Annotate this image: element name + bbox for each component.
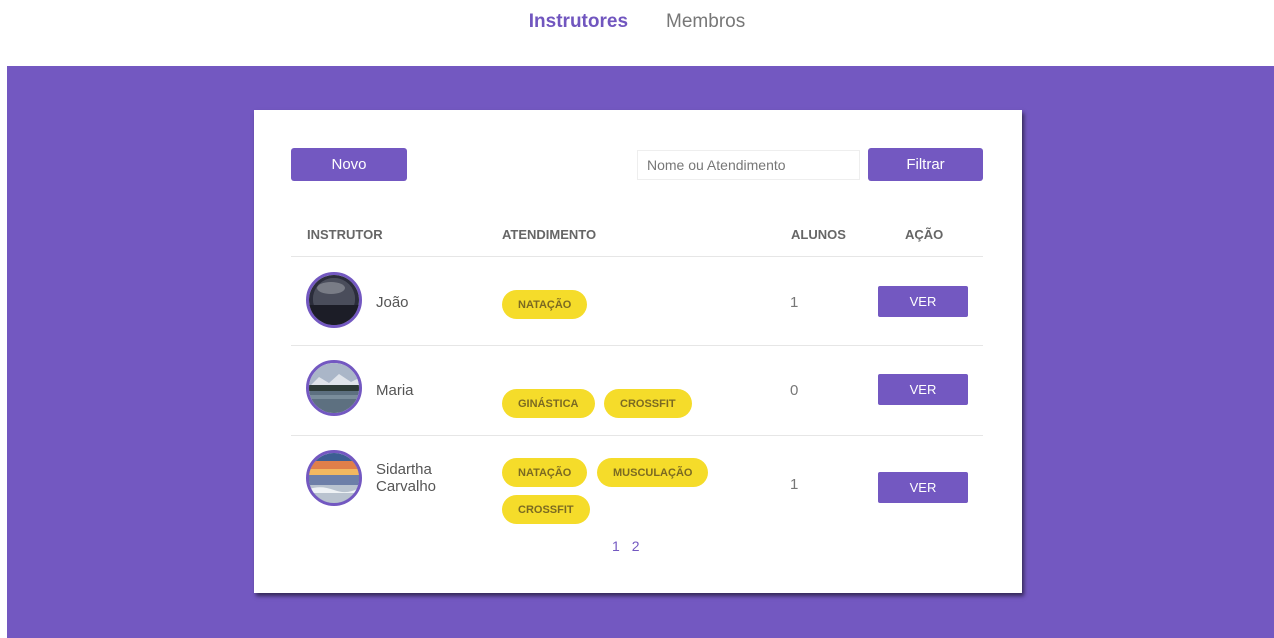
page-link-1[interactable]: 1 (612, 538, 620, 554)
avatar (306, 272, 362, 328)
table-row: Maria GINÁSTICA CROSSFIT 0 VER (254, 346, 1022, 435)
column-header-students: ALUNOS (791, 227, 846, 242)
service-tag: NATAÇÃO (502, 458, 588, 487)
column-header-instructor: INSTRUTOR (307, 227, 383, 242)
view-button[interactable]: VER (878, 374, 968, 405)
instructors-card: Novo Filtrar INSTRUTOR ATENDIMENTO ALUNO… (254, 110, 1022, 593)
moon-photo (309, 275, 359, 325)
filter-button[interactable]: Filtrar (868, 148, 983, 181)
avatar (306, 360, 362, 416)
table-row: João NATAÇÃO 1 VER (254, 257, 1022, 345)
avatar (306, 450, 362, 506)
lake-mountain-photo (309, 363, 359, 413)
instructor-name: Maria (376, 382, 414, 399)
student-count: 0 (790, 382, 799, 399)
nav-link-members[interactable]: Membros (666, 11, 745, 33)
pagination: 1 2 (612, 538, 640, 554)
search-input[interactable] (637, 150, 860, 180)
nav-link-instructors[interactable]: Instrutores (529, 11, 628, 33)
new-button[interactable]: Novo (291, 148, 407, 181)
page-link-2[interactable]: 2 (632, 538, 640, 554)
student-count: 1 (790, 294, 799, 311)
service-tag: GINÁSTICA (502, 389, 595, 418)
view-button[interactable]: VER (878, 286, 968, 317)
instructor-name: João (376, 294, 409, 311)
table-row: Sidartha Carvalho NATAÇÃO MUSCULAÇÃO CRO… (254, 436, 1022, 536)
service-tag: CROSSFIT (604, 389, 692, 418)
student-count: 1 (790, 476, 799, 493)
beach-sunset-photo (309, 453, 359, 503)
service-tag: CROSSFIT (502, 495, 590, 524)
service-tag: NATAÇÃO (502, 290, 588, 319)
top-nav: Instrutores Membros (0, 0, 1274, 66)
instructor-name: Sidartha Carvalho (376, 461, 437, 495)
view-button[interactable]: VER (878, 472, 968, 503)
column-header-service: ATENDIMENTO (502, 227, 597, 242)
column-header-action: AÇÃO (905, 227, 944, 242)
service-tag: MUSCULAÇÃO (597, 458, 709, 487)
